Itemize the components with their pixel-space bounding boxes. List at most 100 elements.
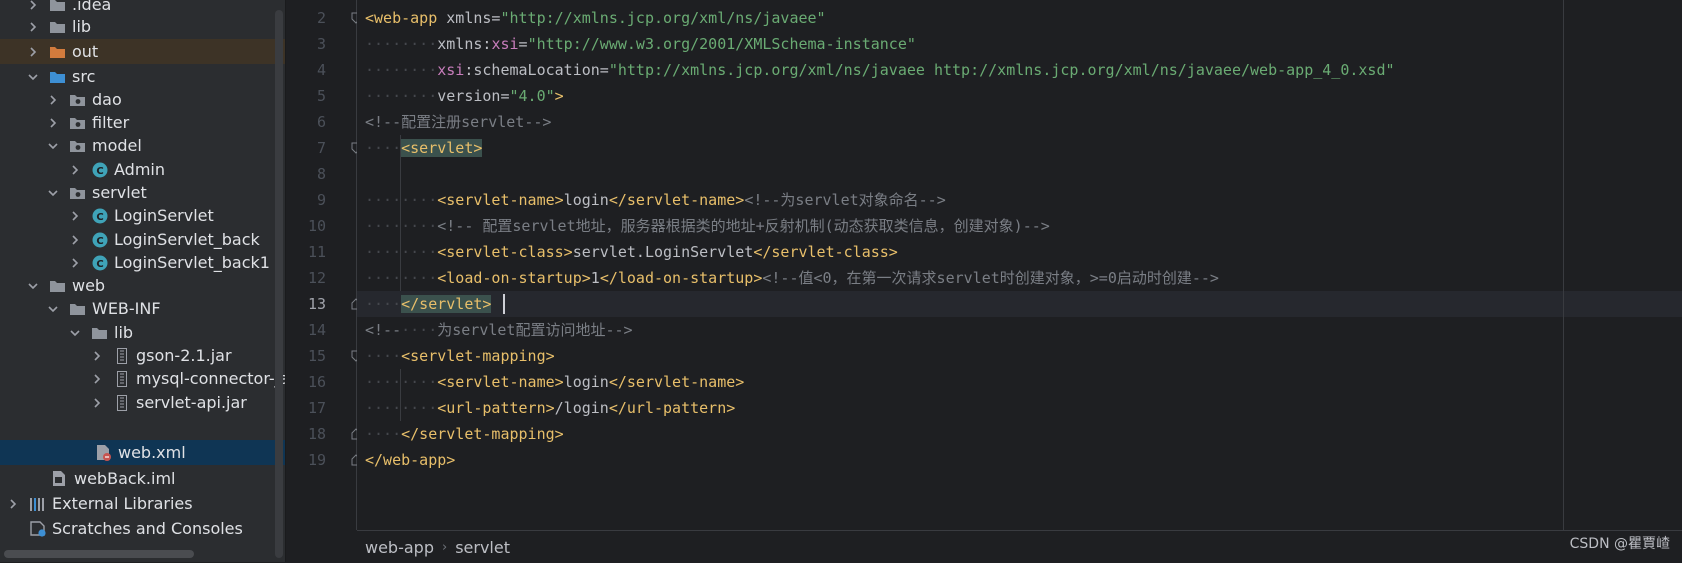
tree-item-loginservlet-back1[interactable]: C LoginServlet_back1 xyxy=(0,250,285,275)
line-number: 3 xyxy=(316,35,326,53)
tree-item-label: lib xyxy=(72,17,92,36)
tag-token: <load-on-startup> xyxy=(437,269,591,287)
tree-item-external-libraries[interactable]: External Libraries xyxy=(0,491,285,516)
chevron-right-icon[interactable] xyxy=(89,371,105,387)
chevron-right-icon[interactable] xyxy=(45,92,61,108)
code-line: ········xmlns:xsi="http://www.w3.org/200… xyxy=(357,31,1682,57)
line-number: 14 xyxy=(307,321,326,339)
whitespace-marker: ········ xyxy=(365,217,438,235)
tree-item-web-inf[interactable]: WEB-INF xyxy=(0,296,285,321)
breadcrumb-item[interactable]: web-app xyxy=(357,538,442,557)
tree-item-loginservlet[interactable]: C LoginServlet xyxy=(0,203,285,228)
tag-token: </web-app> xyxy=(365,451,456,469)
chevron-right-icon[interactable] xyxy=(45,115,61,131)
tree-item-out[interactable]: out xyxy=(0,39,285,64)
chevron-down-icon[interactable] xyxy=(67,325,83,341)
web-folder-icon xyxy=(49,278,66,294)
tag-token: <web-app xyxy=(365,9,438,27)
tree-item-loginservlet-back[interactable]: C LoginServlet_back xyxy=(0,227,285,252)
chevron-down-icon[interactable] xyxy=(45,138,61,154)
code-line: ········version="4.0"> xyxy=(357,83,1682,109)
code-line: ········<servlet-class>servlet.LoginServ… xyxy=(357,239,1682,265)
tree-item-label: WEB-INF xyxy=(92,299,161,318)
tree-item-servlet-api-jar[interactable]: servlet-api.jar xyxy=(0,390,285,415)
chevron-right-icon[interactable] xyxy=(67,208,83,224)
whitespace-marker: ···· xyxy=(365,295,402,313)
svg-text:C: C xyxy=(96,236,103,247)
chevron-down-icon[interactable] xyxy=(25,69,41,85)
jar-icon xyxy=(113,394,130,411)
chevron-right-icon[interactable] xyxy=(89,395,105,411)
line-number: 16 xyxy=(307,373,326,391)
tree-item-label: servlet xyxy=(92,183,147,202)
line-number: 2 xyxy=(316,9,326,27)
code-line: ····<servlet-mapping> xyxy=(357,343,1682,369)
code-editor[interactable]: <web-app xmlns="http://xmlns.jcp.org/xml… xyxy=(357,0,1682,530)
tree-item-label: servlet-api.jar xyxy=(136,393,247,412)
line-number: 5 xyxy=(316,87,326,105)
chevron-right-icon[interactable] xyxy=(25,0,41,13)
whitespace-marker: ········ xyxy=(365,243,438,261)
text-token: 1 xyxy=(590,269,600,287)
whitespace-marker: ········ xyxy=(365,269,438,287)
text-token: login xyxy=(563,373,609,391)
chevron-down-icon[interactable] xyxy=(45,185,61,201)
watermark-text: CSDN @瞿賈嵖 xyxy=(1569,536,1670,552)
line-number: 19 xyxy=(307,451,326,469)
text-token: servlet.LoginServlet xyxy=(572,243,754,261)
whitespace-marker: ········ xyxy=(365,373,438,391)
line-number: 6 xyxy=(316,113,326,131)
tree-item-web-xml[interactable]: web.xml xyxy=(0,440,285,465)
package-icon xyxy=(69,115,86,131)
tree-item-web[interactable]: web xyxy=(0,273,285,298)
tree-item-label: LoginServlet xyxy=(114,206,214,225)
xml-file-icon xyxy=(95,445,112,461)
tree-item-lib[interactable]: lib xyxy=(0,14,285,39)
chevron-right-icon[interactable] xyxy=(67,255,83,271)
tree-item-web-inf-lib[interactable]: lib xyxy=(0,320,285,345)
tag-token: <servlet-class> xyxy=(437,243,573,261)
namespace-token: xsi xyxy=(491,35,519,53)
line-number: 4 xyxy=(316,61,326,79)
class-icon: C xyxy=(91,208,108,224)
whitespace-marker: ········ xyxy=(365,87,438,105)
string-token: "http://xmlns.jcp.org/xml/ns/javaee" xyxy=(500,9,826,27)
tree-item-servlet[interactable]: servlet xyxy=(0,180,285,205)
tree-item-dao[interactable]: dao xyxy=(0,87,285,112)
tag-token: <url-pattern> xyxy=(437,399,555,417)
tree-item-admin[interactable]: C Admin xyxy=(0,157,285,182)
tree-item-webback-iml[interactable]: webBack.iml xyxy=(0,466,285,491)
code-line: ········xsi:schemaLocation="http://xmlns… xyxy=(357,57,1682,83)
class-icon: C xyxy=(91,232,108,248)
code-line: <web-app xmlns="http://xmlns.jcp.org/xml… xyxy=(357,5,1682,31)
tree-horizontal-scrollbar[interactable] xyxy=(4,550,194,558)
chevron-right-icon[interactable] xyxy=(25,19,41,35)
whitespace-marker: ········ xyxy=(365,35,438,53)
chevron-right-icon[interactable] xyxy=(5,496,21,512)
chevron-down-icon[interactable] xyxy=(45,301,61,317)
package-icon xyxy=(69,138,86,154)
chevron-right-icon[interactable] xyxy=(67,162,83,178)
jar-icon xyxy=(113,370,130,387)
right-margin-guide xyxy=(1563,0,1564,530)
chevron-down-icon[interactable] xyxy=(25,278,41,294)
tree-item-src[interactable]: src xyxy=(0,64,285,89)
tree-item-filter[interactable]: filter xyxy=(0,110,285,135)
project-tree-panel: .idea lib out src dao filter model C Adm… xyxy=(0,0,285,562)
line-number: 15 xyxy=(307,347,326,365)
chevron-right-icon[interactable] xyxy=(89,348,105,364)
tag-token: </url-pattern> xyxy=(608,399,736,417)
tree-vertical-scrollbar[interactable] xyxy=(275,10,283,558)
chevron-right-icon[interactable] xyxy=(67,232,83,248)
attribute-token: xmlns= xyxy=(437,9,501,27)
breadcrumb-item[interactable]: servlet xyxy=(447,538,518,557)
tree-item-gson-jar[interactable]: gson-2.1.jar xyxy=(0,343,285,368)
chevron-right-icon[interactable] xyxy=(25,44,41,60)
attribute-token: = xyxy=(518,35,528,53)
tree-item-label: dao xyxy=(92,90,122,109)
folder-icon xyxy=(69,301,86,317)
code-line: ········<!-- 配置servlet地址，服务器根据类的地址+反射机制(… xyxy=(357,213,1682,239)
tree-item-scratches[interactable]: Scratches and Consoles xyxy=(0,516,285,541)
tree-item-model[interactable]: model xyxy=(0,133,285,158)
tree-item-mysql-connector-jar[interactable]: mysql-connector-java xyxy=(0,366,285,391)
